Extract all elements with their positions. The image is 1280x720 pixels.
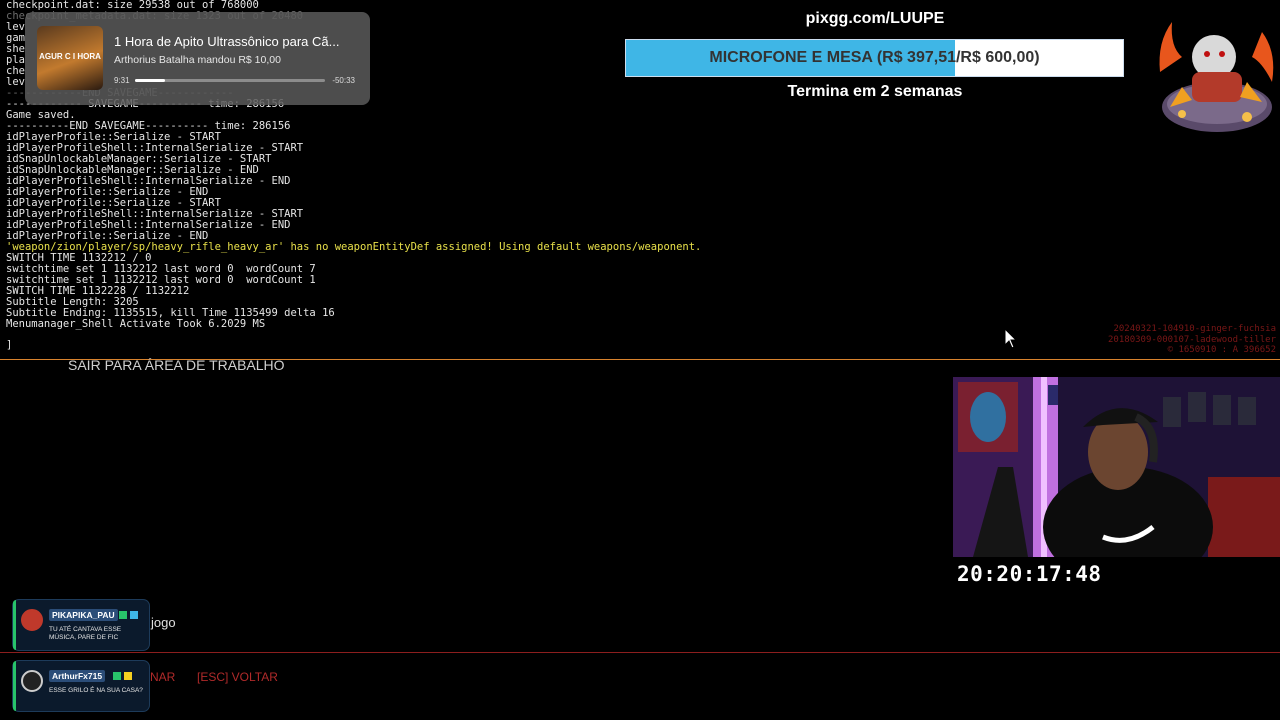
kratos-logo-icon — [1159, 22, 1274, 132]
watermark-line: 20240321-104910-ginger-fuchsia — [1113, 324, 1276, 334]
song-time-current: 9:31 — [114, 76, 130, 85]
chat-message: ArthurFx715 ESSE GRILO É NA SUA CASA? — [13, 661, 149, 711]
donation-subtitle: Arthorius Batalha mandou R$ 10,00 — [114, 54, 281, 66]
donation-goal-ends: Termina em 2 semanas — [787, 83, 963, 100]
nav-back-hint[interactable]: [ESC] VOLTAR — [197, 670, 278, 684]
avatar — [21, 609, 43, 631]
console-prompt[interactable]: ] — [6, 339, 12, 351]
stream-clock: 20:20:17:48 — [957, 562, 1102, 586]
webcam-feed — [953, 377, 1280, 557]
song-thumbnail: AGUR C I HORA — [37, 26, 103, 90]
chat-badge-icon — [113, 672, 132, 680]
avatar — [21, 670, 43, 692]
menu-partial-text: jogo — [151, 615, 176, 630]
donation-url: pixgg.com/LUUPE — [805, 10, 945, 27]
menu-footer-divider — [0, 652, 1280, 653]
chat-text: ESSE GRILO É NA SUA CASA? — [49, 687, 143, 694]
chat-username: ArthurFx715 — [49, 670, 106, 682]
chat-accent — [13, 661, 16, 711]
song-title: 1 Hora de Apito Ultrassônico para Cã... — [114, 34, 340, 49]
song-progress-track — [135, 79, 325, 82]
donation-goal-bar: MICROFONE E MESA (R$ 397,51/R$ 600,00) — [625, 39, 1124, 77]
nav-select-hint[interactable]: NAR — [150, 670, 175, 684]
song-progress-fill — [135, 79, 166, 82]
song-thumbnail-text: AGUR C I HORA — [39, 52, 101, 61]
donation-goal-label: MICROFONE E MESA (R$ 397,51/R$ 600,00) — [709, 49, 1040, 66]
console-line: Menumanager_Shell Activate Took 6.2029 M… — [6, 318, 266, 330]
chat-username: PIKAPIKA_PAU — [49, 609, 118, 621]
song-time-remaining: -50:33 — [332, 76, 355, 85]
watermark-line: 20180309-000107-ladewood-tiller — [1108, 334, 1276, 345]
chat-badge-icon — [119, 611, 138, 619]
watermark-line: © 1650910 : A 396652 — [1167, 345, 1276, 355]
chat-text: TU ATÉ CANTAVA ESSE MÚSICA, PARE DE FIC — [49, 626, 122, 641]
chat-message: PIKAPIKA_PAU TU ATÉ CANTAVA ESSE MÚSICA,… — [13, 600, 149, 650]
chat-accent — [13, 600, 16, 650]
mouse-pointer-icon — [1004, 328, 1017, 349]
music-notification: AGUR C I HORA 1 Hora de Apito Ultrassôni… — [25, 12, 370, 105]
build-watermark: 20240321-104910-ginger-fuchsia 20180309-… — [1108, 324, 1276, 356]
exit-to-desktop-option[interactable]: SAIR PARA ÁREA DE TRABALHO — [68, 357, 285, 373]
